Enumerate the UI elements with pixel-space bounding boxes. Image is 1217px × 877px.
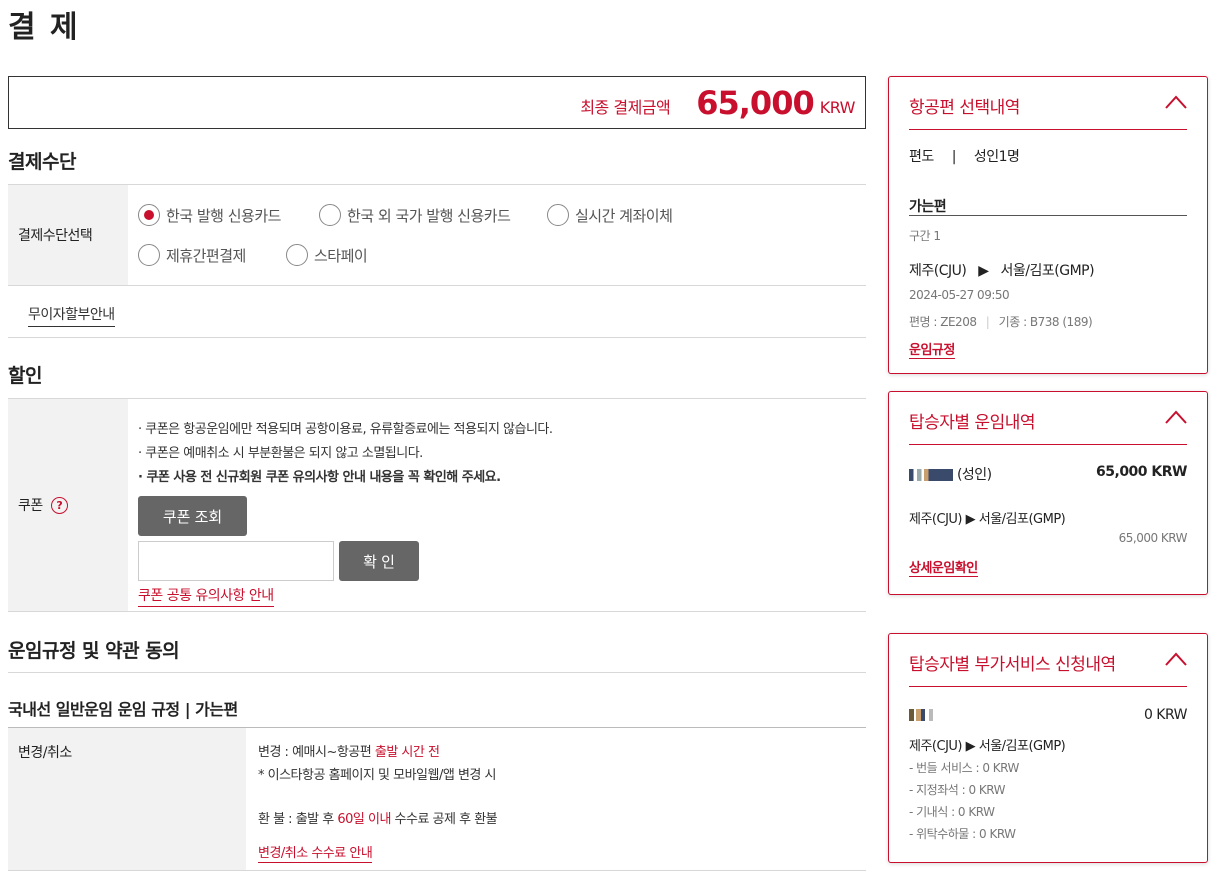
coupon-label-cell: 쿠폰 ? [8, 399, 128, 611]
terms-section-title: 운임규정 및 약관 동의 [8, 640, 180, 662]
panel-divider [909, 444, 1187, 445]
coupon-confirm-button[interactable]: 확 인 [339, 541, 419, 581]
rule-highlight: 출발 시간 전 [374, 745, 440, 760]
change-cancel-label: 변경/취소 [8, 728, 246, 870]
radio-starpay[interactable]: 스타페이 [286, 244, 368, 266]
service-passenger [909, 707, 949, 723]
payment-select-label: 결제수단선택 [8, 185, 128, 285]
payment-section-title: 결제수단 [8, 151, 76, 173]
radio-label: 한국 발행 신용카드 [166, 206, 281, 225]
chevron-up-icon[interactable] [1165, 410, 1187, 424]
pax-type: (성인) [956, 467, 992, 483]
chevron-up-icon[interactable] [1165, 95, 1187, 109]
service-summary-panel: 탑승자별 부가서비스 신청내역 0 KRW 제주(CJU) ▶ 서울/김포(GM… [888, 633, 1208, 863]
radio-label: 한국 외 국가 발행 신용카드 [347, 206, 511, 225]
help-icon[interactable]: ? [50, 496, 68, 514]
total-amount: 65,000 [696, 83, 814, 122]
flight-number: 편명 : ZE208 [909, 315, 977, 329]
service-total: 0 KRW [1143, 707, 1188, 723]
passenger-name: (성인) [909, 464, 992, 484]
rule-refund-line: 환 불 : 출발 후 60일 이내 수수료 공제 후 환불 [258, 808, 498, 827]
panel-divider [909, 129, 1187, 130]
divider [8, 398, 866, 399]
coupon-note: · 쿠폰 사용 전 신규회원 쿠폰 유의사항 안내 내용을 꼭 확인해 주세요. [138, 470, 501, 485]
aircraft-type: 기종 : B738 (189) [998, 315, 1093, 329]
rule-text: 변경 : 예매시~항공편 [258, 745, 375, 760]
coupon-code-input[interactable] [138, 541, 334, 581]
fare-rule-link[interactable]: 운임규정 [909, 339, 955, 359]
divider [8, 285, 866, 286]
separator: | [951, 149, 957, 165]
service-item: - 지정좌석 : 0 KRW [909, 783, 1006, 797]
discount-section-title: 할인 [8, 365, 42, 387]
masked-name-icon [909, 469, 953, 481]
radio-label: 제휴간편결제 [166, 246, 246, 265]
rule-change-line: 변경 : 예매시~항공편 출발 시간 전 [258, 741, 440, 760]
outbound-label: 가는편 [909, 199, 947, 215]
route: 제주(CJU) ▶ 서울/김포(GMP) [909, 260, 1095, 280]
radio-foreign-card[interactable]: 한국 외 국가 발행 신용카드 [319, 204, 511, 226]
fare-rule-subtitle: 국내선 일반운임 운임 규정 | 가는편 [8, 700, 238, 719]
coupon-note: · 쿠폰은 항공운임에만 적용되며 공항이용료, 유류할증료에는 적용되지 않습… [138, 422, 553, 437]
arrow-right-icon: ▶ [978, 263, 989, 279]
flight-summary-panel: 항공편 선택내역 편도 | 성인1명 가는편 구간 1 제주(CJU) ▶ 서울… [888, 76, 1208, 374]
coupon-note: · 쿠폰은 예매취소 시 부분환불은 되지 않고 소멸됩니다. [138, 446, 423, 461]
divider [8, 184, 866, 185]
radio-label: 실시간 계좌이체 [575, 206, 673, 225]
fare-summary-panel: 탑승자별 운임내역 (성인) 65,000 KRW 제주(CJU) ▶ 서울/김… [888, 391, 1208, 595]
total-currency: KRW [819, 98, 856, 117]
page-title: 결 제 [8, 10, 80, 45]
radio-korea-card[interactable]: 한국 발행 신용카드 [138, 204, 281, 226]
chevron-up-icon[interactable] [1165, 652, 1187, 666]
passenger-fare-total: 65,000 KRW [1096, 464, 1187, 480]
divider [8, 870, 866, 871]
flight-info: 편명 : ZE208 | 기종 : B738 (189) [909, 315, 1093, 329]
divider [8, 611, 866, 612]
fee-info-link[interactable]: 변경/취소 수수료 안내 [258, 842, 373, 863]
coupon-lookup-button[interactable]: 쿠폰 조회 [138, 496, 247, 536]
segment-label: 구간 1 [909, 229, 941, 243]
service-panel-title: 탑승자별 부가서비스 신청내역 [909, 655, 1116, 675]
origin: 제주(CJU) [909, 263, 967, 279]
radio-circle[interactable] [138, 244, 160, 266]
fare-route: 제주(CJU) ▶ 서울/김포(GMP) [909, 512, 1066, 527]
service-item: - 번들 서비스 : 0 KRW [909, 761, 1019, 775]
coupon-notice-link[interactable]: 쿠폰 공통 유의사항 안내 [138, 585, 274, 607]
radio-circle[interactable] [547, 204, 569, 226]
radio-circle[interactable] [286, 244, 308, 266]
fare-detail-link[interactable]: 상세운임확인 [909, 557, 978, 577]
masked-name-icon [909, 709, 949, 721]
destination: 서울/김포(GMP) [1000, 263, 1095, 279]
installment-info-link[interactable]: 무이자할부안내 [28, 304, 115, 327]
service-item: - 위탁수하물 : 0 KRW [909, 827, 1016, 841]
rule-web-line: * 이스타항공 홈페이지 및 모바일웹/앱 변경 시 [258, 768, 496, 783]
service-route: 제주(CJU) ▶ 서울/김포(GMP) [909, 739, 1066, 754]
coupon-label: 쿠폰 [18, 498, 43, 514]
divider [8, 337, 866, 338]
radio-label: 스타페이 [314, 246, 368, 265]
panel-divider [909, 215, 1187, 216]
panel-divider [909, 686, 1187, 687]
rule-highlight: 60일 이내 [337, 812, 391, 827]
trip-summary: 편도 | 성인1명 [909, 146, 1020, 166]
radio-circle-selected[interactable] [138, 204, 160, 226]
flight-panel-title: 항공편 선택내역 [909, 98, 1020, 118]
service-item: - 기내식 : 0 KRW [909, 805, 995, 819]
fare-route-amount: 65,000 KRW [1118, 531, 1188, 545]
pax-count: 성인1명 [973, 149, 1020, 165]
divider [8, 672, 866, 673]
fare-panel-title: 탑승자별 운임내역 [909, 413, 1036, 433]
radio-circle[interactable] [319, 204, 341, 226]
total-label: 최종 결제금액 [580, 97, 671, 117]
departure-datetime: 2024-05-27 09:50 [909, 288, 1010, 302]
rule-text: 수수료 공제 후 환불 [390, 812, 498, 827]
radio-partner-easypay[interactable]: 제휴간편결제 [138, 244, 246, 266]
total-amount-box: 최종 결제금액 65,000 KRW [8, 76, 866, 129]
rule-text: 환 불 : 출발 후 [258, 812, 338, 827]
radio-realtime-transfer[interactable]: 실시간 계좌이체 [547, 204, 673, 226]
trip-type: 편도 [909, 149, 934, 165]
